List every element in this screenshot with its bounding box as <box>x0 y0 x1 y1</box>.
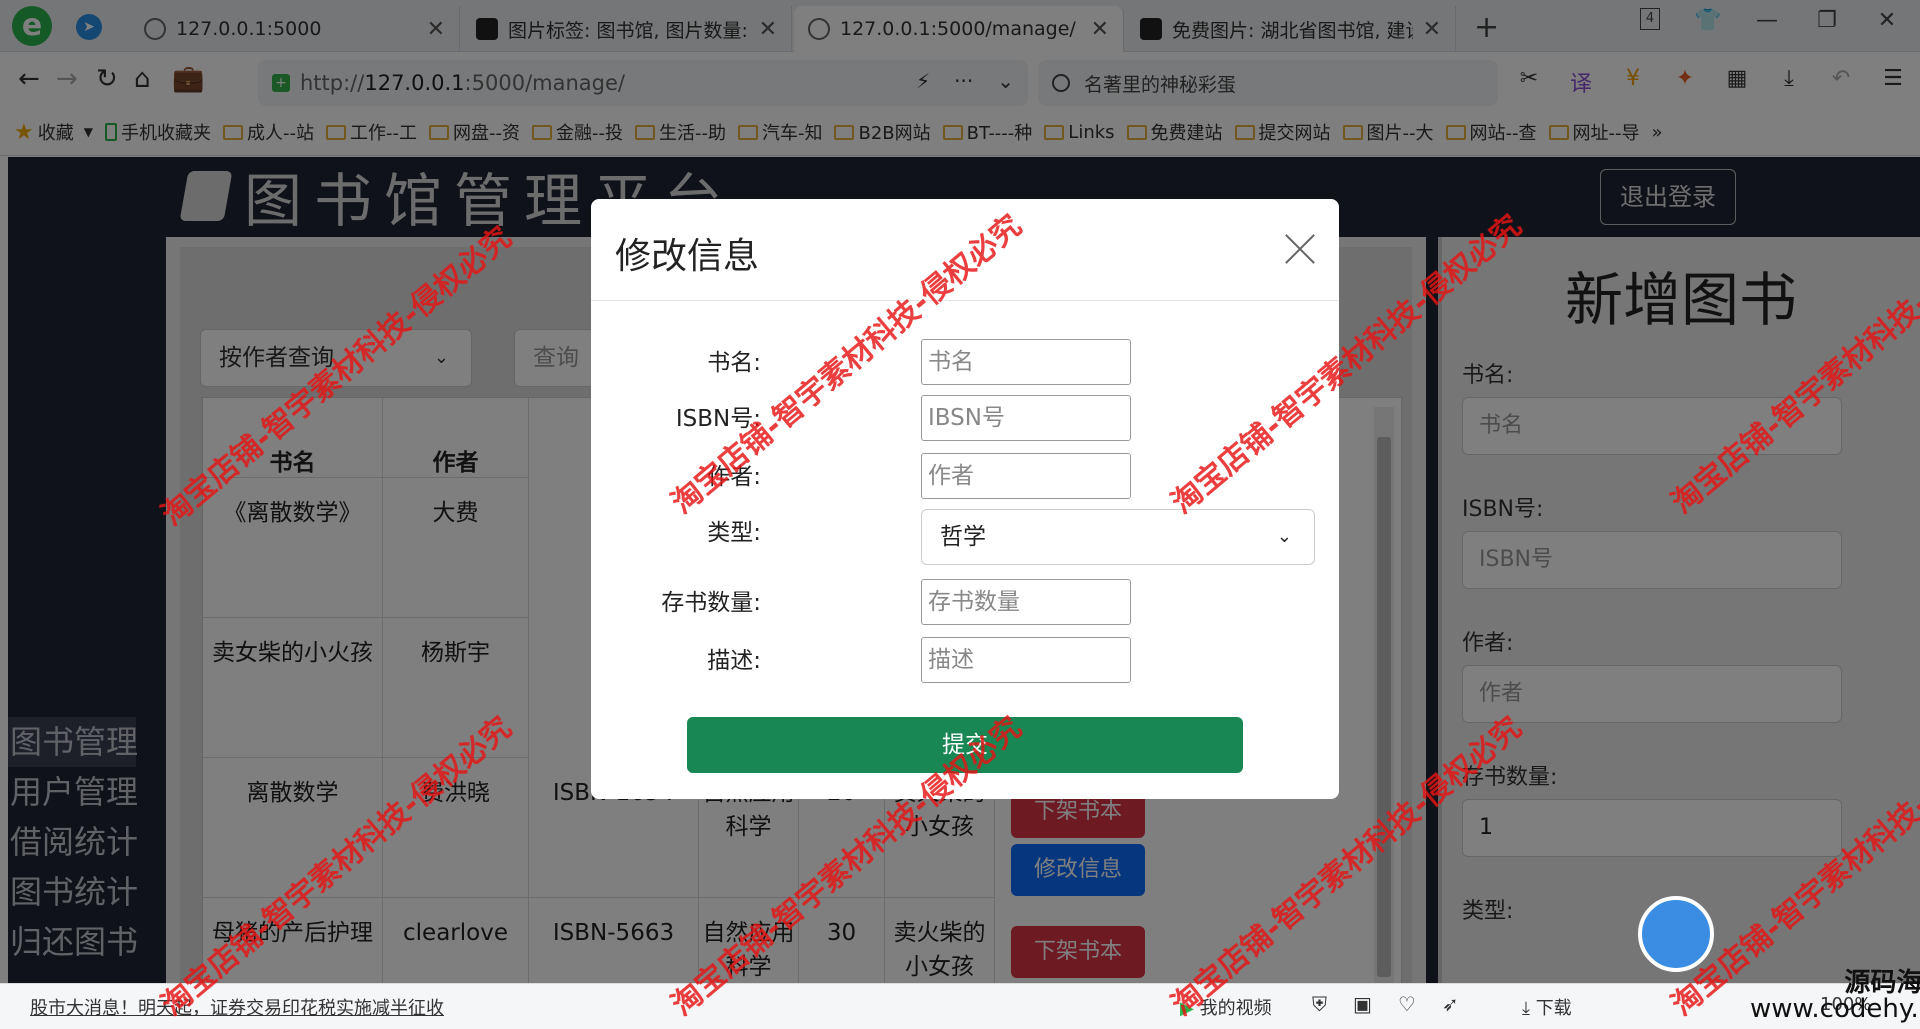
author-input[interactable]: 作者 <box>921 453 1131 499</box>
news-link[interactable]: 股市大消息！明天起，证券交易印花税实施减半征收 <box>30 994 444 1020</box>
description-input[interactable]: 描述 <box>921 637 1131 683</box>
image-icon[interactable]: ▣ <box>1353 992 1372 1016</box>
field-label: 类型: <box>707 520 761 546</box>
isbn-input[interactable]: IBSN号 <box>921 395 1131 441</box>
type-select[interactable]: 哲学 ⌄ <box>921 509 1315 565</box>
chevron-down-icon: ⌄ <box>1276 526 1292 547</box>
shield-icon[interactable]: ⛨ <box>1312 992 1327 1016</box>
close-icon[interactable] <box>1285 233 1315 263</box>
rocket-icon[interactable]: ➶ <box>1442 992 1459 1016</box>
field-label: 书名: <box>707 350 761 376</box>
modal-title: 修改信息 <box>615 236 760 277</box>
site-watermark: 源码海洋网 www.codehy.com <box>1750 968 1920 1024</box>
download-status[interactable]: ⤓ 下载 <box>1522 994 1572 1020</box>
download-icon: ⤓ <box>1522 998 1536 1019</box>
title-input[interactable]: 书名 <box>921 339 1131 385</box>
heartbeat-icon[interactable]: ♡ <box>1398 992 1416 1016</box>
field-label: 描述: <box>707 648 761 674</box>
status-bar: 股市大消息！明天起，证券交易印花税实施减半征收 ▶ 我的视频 ⛨ ▣ ♡ ➶ ⤓… <box>0 983 1920 1029</box>
field-label: 存书数量: <box>661 590 761 616</box>
count-input[interactable]: 存书数量 <box>921 579 1131 625</box>
